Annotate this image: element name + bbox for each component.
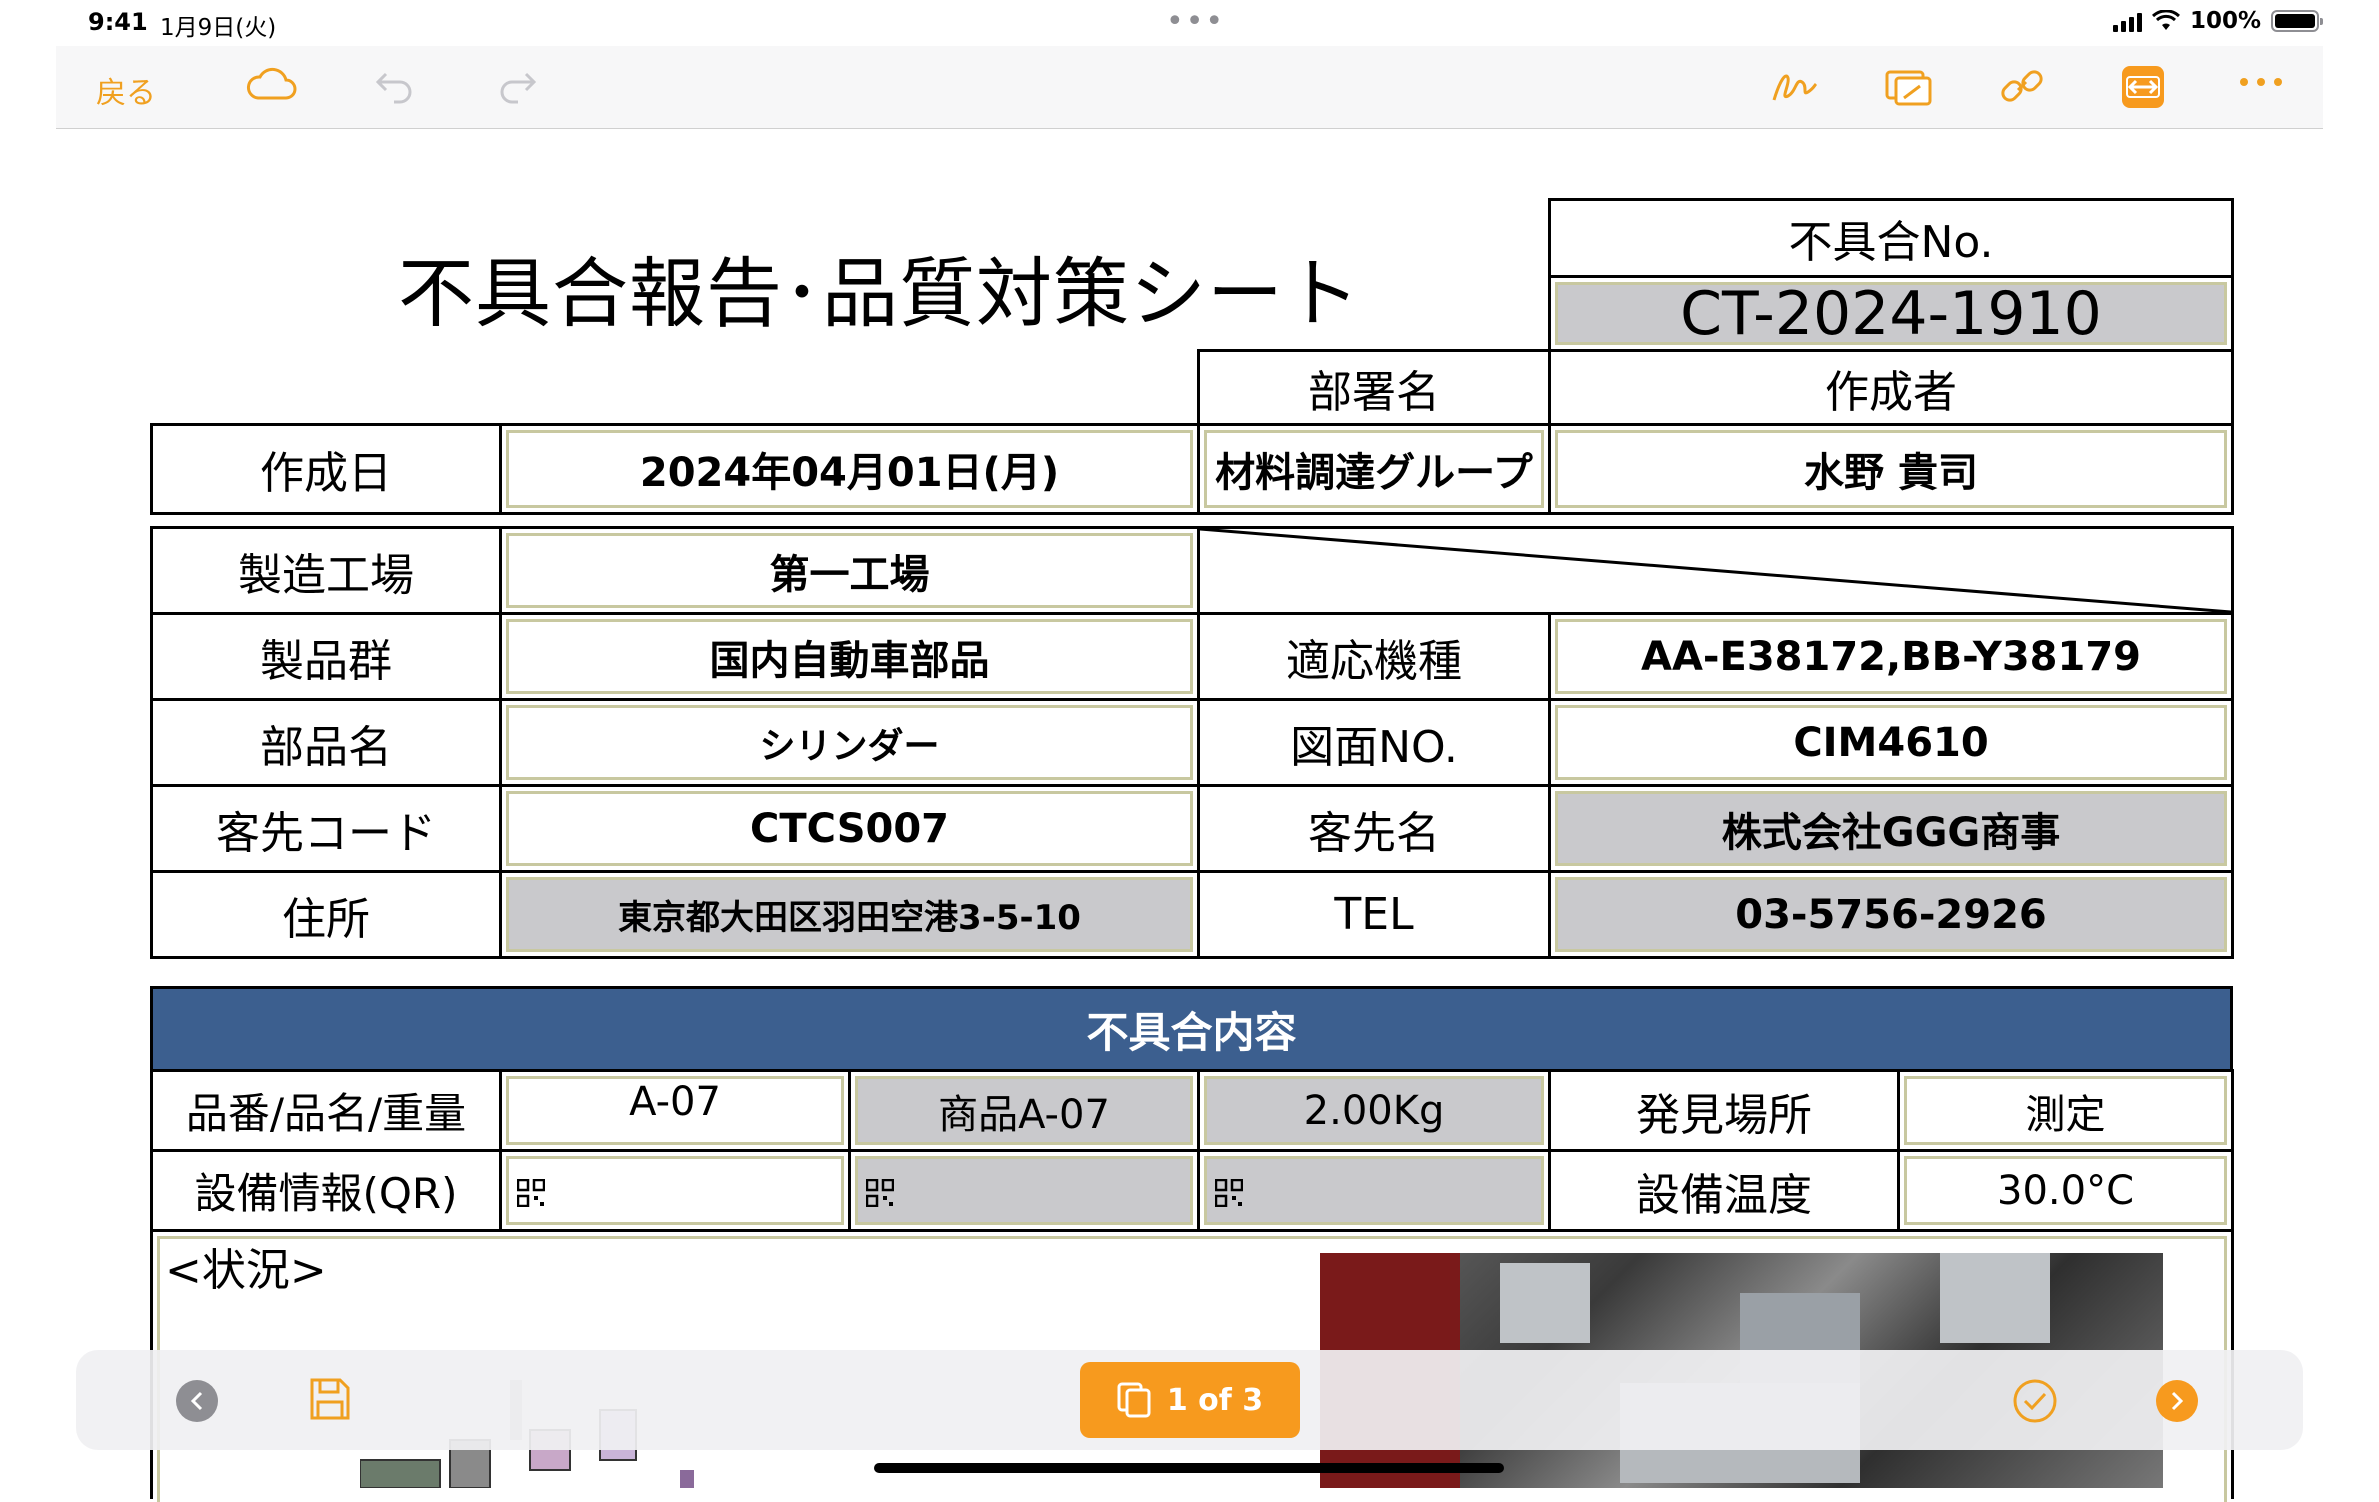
photo-machine-part <box>1940 1253 2050 1343</box>
item-no-value[interactable]: A-07 <box>506 1076 844 1145</box>
qr-code-icon <box>866 1179 894 1207</box>
equipment-temp-value[interactable]: 30.0°C <box>1904 1156 2227 1225</box>
author-value[interactable]: 水野 貴司 <box>1555 430 2227 508</box>
equipment-qr-3[interactable] <box>1204 1156 1544 1225</box>
customer-code-value[interactable]: CTCS007 <box>506 791 1193 866</box>
diagonal-blank-cell <box>1197 526 2234 615</box>
more-icon[interactable] <box>2238 76 2284 88</box>
dept-value[interactable]: 材料調達グループ <box>1204 430 1544 508</box>
bottom-navigation-bar: 1 of 3 <box>76 1350 2303 1450</box>
next-page-button[interactable] <box>2156 1380 2198 1422</box>
app-toolbar: 戻る <box>56 46 2323 129</box>
part-name-value[interactable]: シリンダー <box>506 705 1193 780</box>
page-title: 不具合報告･品質対策シート <box>398 249 1361 338</box>
address-label: 住所 <box>150 870 502 959</box>
previous-page-button[interactable] <box>176 1380 218 1422</box>
checkmark-circle-icon <box>2013 1379 2057 1423</box>
back-button[interactable]: 戻る <box>96 68 156 112</box>
cloud-icon[interactable] <box>244 64 298 104</box>
chevron-left-icon <box>190 1391 203 1411</box>
item-weight-value[interactable]: 2.00Kg <box>1204 1076 1544 1145</box>
drawing-no-value[interactable]: CIM4610 <box>1555 705 2227 780</box>
resize-icon[interactable] <box>2122 66 2164 108</box>
customer-name-value[interactable]: 株式会社GGG商事 <box>1555 791 2227 866</box>
status-indicators: 100% <box>2112 8 2323 34</box>
item-label: 品番/品名/重量 <box>150 1069 502 1152</box>
home-indicator[interactable] <box>874 1463 1504 1473</box>
page-indicator-label: 1 of 3 <box>1166 1382 1264 1418</box>
save-icon <box>310 1378 350 1420</box>
factory-value[interactable]: 第一工場 <box>506 533 1193 608</box>
undo-icon[interactable] <box>374 66 418 106</box>
created-date-label: 作成日 <box>150 423 502 515</box>
part-name-label: 部品名 <box>150 698 502 787</box>
defect-no-label: 不具合No. <box>1548 198 2234 278</box>
address-value[interactable]: 東京都大田区羽田空港3-5-10 <box>506 877 1193 952</box>
factory-label: 製造工場 <box>150 526 502 615</box>
qr-code-icon <box>1215 1179 1243 1207</box>
dept-label: 部署名 <box>1197 349 1551 426</box>
status-bar: 9:41 1月9日(火) ••• 100% <box>0 0 2379 46</box>
created-date-value[interactable]: 2024年04月01日(月) <box>506 430 1193 508</box>
situation-label: <状況> <box>165 1245 327 1296</box>
equipment-qr-1[interactable] <box>506 1156 844 1225</box>
wifi-icon <box>2151 10 2180 30</box>
model-label: 適応機種 <box>1197 612 1551 701</box>
chevron-right-icon <box>2171 1391 2184 1411</box>
defect-content-header: 不具合内容 <box>150 986 2233 1072</box>
equipment-label: 設備情報(QR) <box>150 1149 502 1232</box>
battery-icon <box>2271 10 2323 32</box>
defect-no-cell: CT-2024-1910 <box>1548 275 2234 352</box>
equipment-temp-label: 設備温度 <box>1548 1149 1900 1232</box>
customer-code-label: 客先コード <box>150 784 502 873</box>
confirm-button[interactable] <box>2012 1378 2058 1428</box>
product-group-label: 製品群 <box>150 612 502 701</box>
found-location-label: 発見場所 <box>1548 1069 1900 1152</box>
tel-value[interactable]: 03-5756-2926 <box>1555 877 2227 952</box>
item-name-value[interactable]: 商品A-07 <box>855 1076 1193 1145</box>
redo-icon[interactable] <box>494 66 538 106</box>
multitask-dots[interactable]: ••• <box>1166 4 1225 39</box>
status-time: 9:41 <box>88 8 148 36</box>
tel-label: TEL <box>1197 870 1551 959</box>
status-date: 1月9日(火) <box>160 15 277 41</box>
photo-machine-part <box>1500 1263 1590 1343</box>
page-indicator-button[interactable]: 1 of 3 <box>1080 1362 1300 1438</box>
diagonal-line <box>1200 529 2231 612</box>
pages-icon <box>1117 1382 1151 1418</box>
qr-code-icon <box>517 1179 545 1207</box>
defect-no-value[interactable]: CT-2024-1910 <box>1555 279 2227 349</box>
found-location-value[interactable]: 測定 <box>1904 1076 2227 1145</box>
cellular-signal-icon <box>2112 10 2142 32</box>
model-value[interactable]: AA-E38172,BB-Y38179 <box>1555 619 2227 694</box>
drawing-no-label: 図面NO. <box>1197 698 1551 787</box>
annotate-icon[interactable] <box>1884 64 1934 108</box>
product-group-value[interactable]: 国内自動車部品 <box>506 619 1193 694</box>
equipment-qr-2[interactable] <box>855 1156 1193 1225</box>
link-icon[interactable] <box>1998 62 2046 110</box>
customer-name-label: 客先名 <box>1197 784 1551 873</box>
battery-percent: 100% <box>2189 8 2261 34</box>
author-label: 作成者 <box>1548 349 2234 426</box>
save-button[interactable] <box>308 1376 352 1426</box>
signature-icon[interactable] <box>1770 64 1818 108</box>
